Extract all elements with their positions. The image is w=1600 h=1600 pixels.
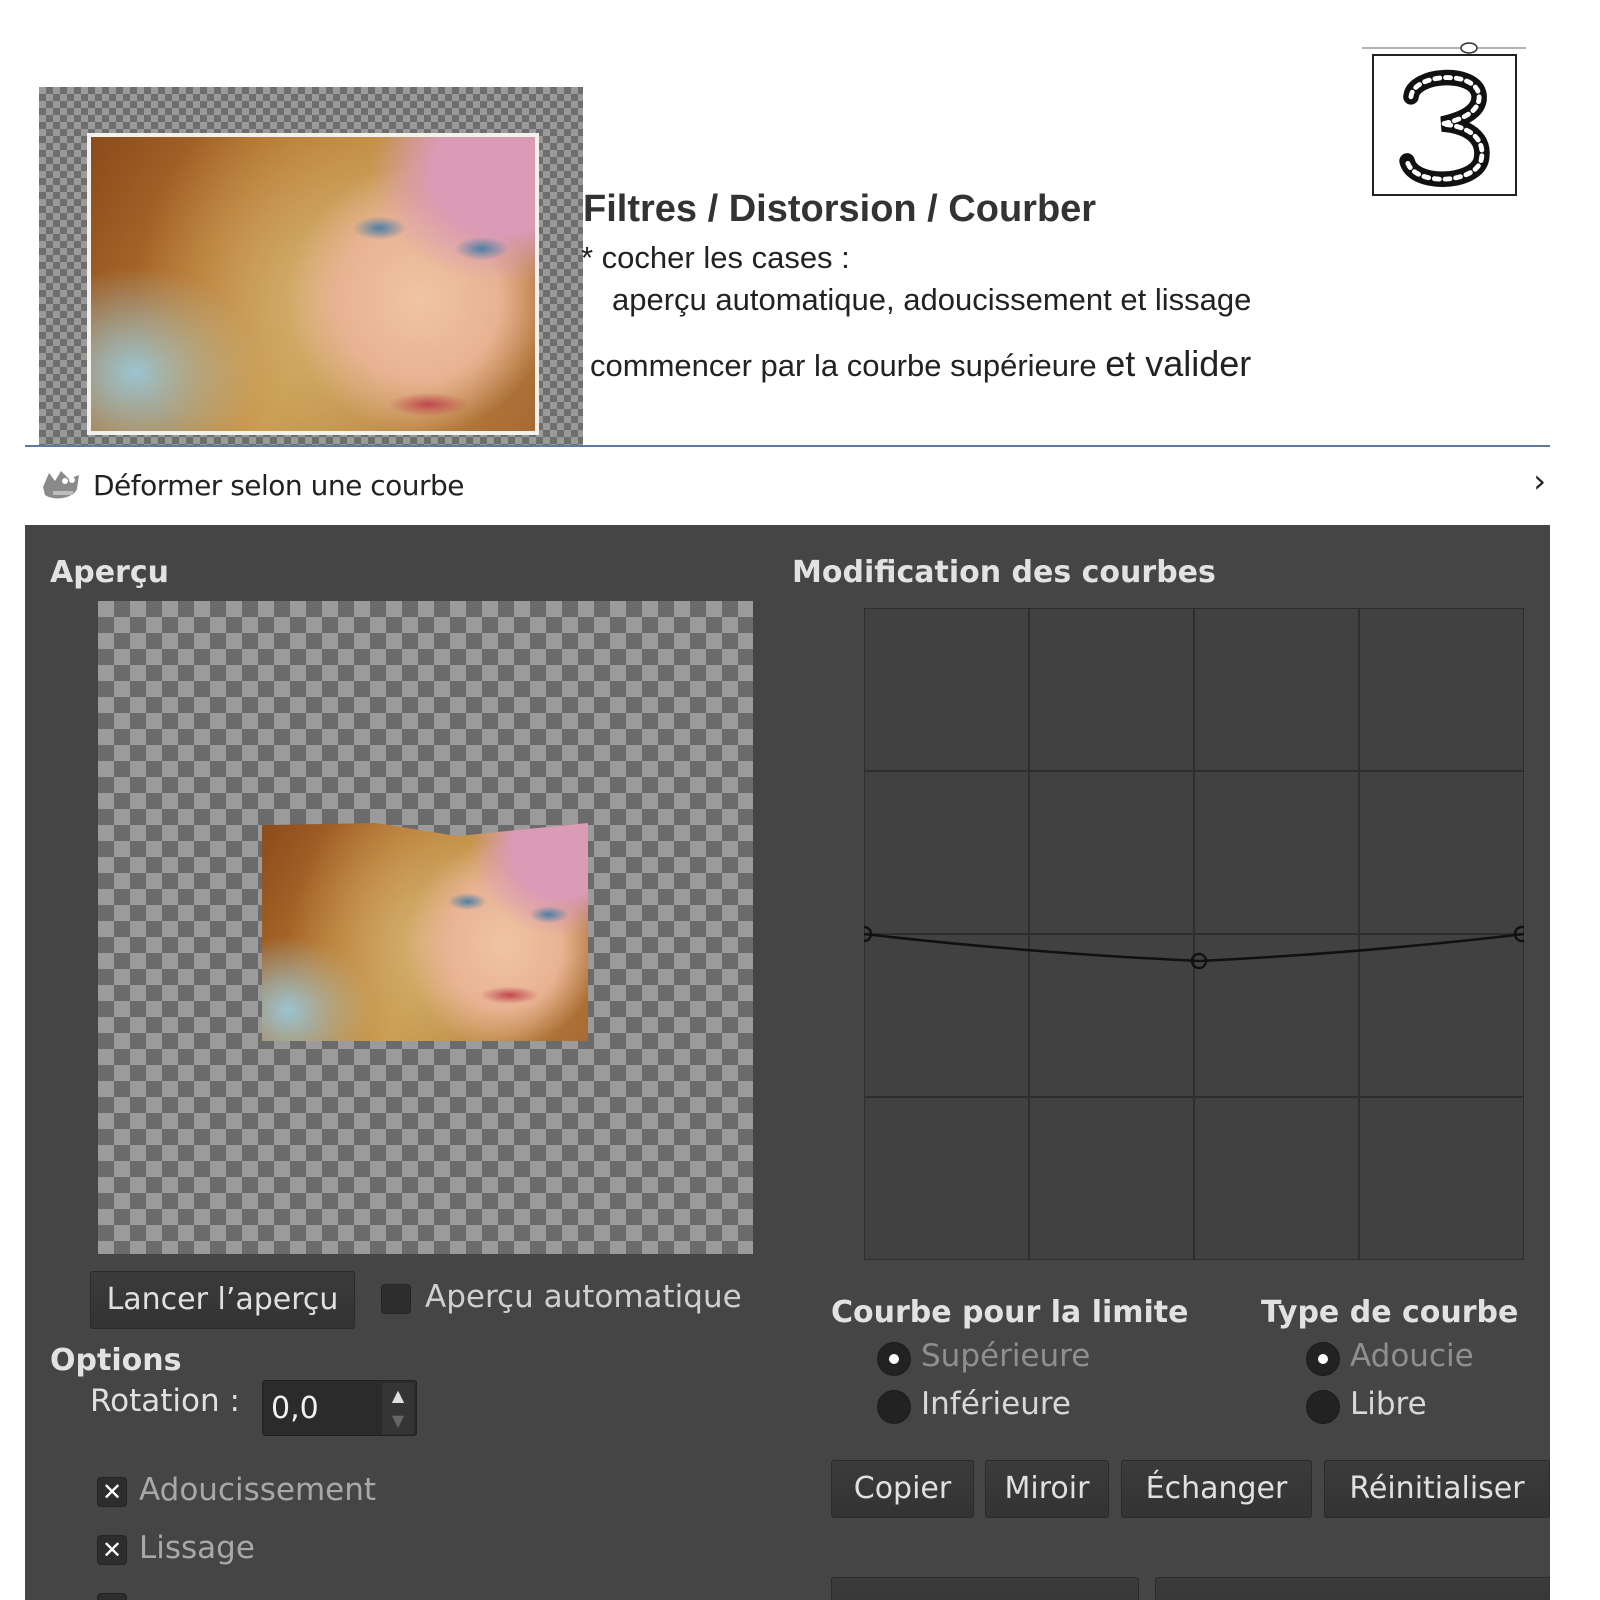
step-number-badge — [1372, 54, 1517, 196]
spin-up-arrow-icon[interactable]: ▲ — [382, 1383, 414, 1409]
mirror-button[interactable]: Miroir — [985, 1460, 1109, 1518]
preview-canvas — [98, 601, 753, 1254]
step-number-rope-icon — [1399, 69, 1490, 187]
open-button[interactable] — [831, 1577, 1139, 1600]
free-type-label[interactable]: Libre — [1350, 1386, 1427, 1422]
instruction-line-1: * cocher les cases : — [581, 240, 850, 275]
curve-bend-dialog: Aperçu Lancer l’aperçu Aperçu automatiqu… — [25, 525, 1550, 1600]
spin-down-arrow-icon[interactable]: ▼ — [382, 1408, 414, 1434]
curve-editor[interactable] — [864, 608, 1524, 1260]
preview-section-label: Aperçu — [50, 555, 169, 590]
portrait-photo — [87, 133, 539, 435]
header-divider — [25, 445, 1550, 447]
rotation-label: Rotation : — [90, 1383, 240, 1419]
lower-boundary-label[interactable]: Inférieure — [921, 1386, 1071, 1422]
instruction-line-2: aperçu automatique, adoucissement et lis… — [612, 282, 1252, 317]
chevron-right-icon[interactable]: › — [1533, 465, 1546, 497]
rotation-value[interactable]: 0,0 — [271, 1391, 319, 1426]
instruction-line-3: commencer par la courbe supérieure et va… — [590, 343, 1251, 385]
swap-button[interactable]: Échanger — [1121, 1460, 1312, 1518]
rotation-spinbox[interactable]: 0,0 ▲ ▼ — [262, 1380, 417, 1436]
third-option-checkbox[interactable] — [97, 1593, 127, 1600]
upper-boundary-radio[interactable] — [877, 1342, 911, 1376]
window-title: Déformer selon une courbe — [93, 469, 464, 502]
smooth-type-label[interactable]: Adoucie — [1350, 1338, 1474, 1374]
lower-boundary-radio[interactable] — [877, 1390, 911, 1424]
auto-preview-checkbox[interactable] — [381, 1284, 411, 1314]
free-type-radio[interactable] — [1306, 1390, 1340, 1424]
antialias-label[interactable]: Adoucissement — [139, 1472, 376, 1508]
run-preview-button[interactable]: Lancer l’aperçu — [90, 1271, 355, 1329]
menu-path-title: Filtres / Distorsion / Courber — [583, 188, 1097, 230]
curves-section-label: Modification des courbes — [792, 555, 1216, 590]
window-titlebar: Déformer selon une courbe › — [25, 455, 1550, 525]
antialias-checkbox[interactable]: ✕ — [97, 1477, 127, 1507]
smooth-type-radio[interactable] — [1306, 1342, 1340, 1376]
boundary-curve-label: Courbe pour la limite — [831, 1295, 1189, 1330]
upper-boundary-label[interactable]: Supérieure — [921, 1338, 1090, 1374]
original-image-thumbnail — [39, 87, 583, 445]
save-button[interactable] — [1155, 1577, 1550, 1600]
options-section-label: Options — [50, 1343, 182, 1378]
copy-button[interactable]: Copier — [831, 1460, 974, 1518]
instruction-line-3-prefix: commencer par la courbe supérieure — [590, 348, 1106, 383]
reset-button[interactable]: Réinitialiser — [1324, 1460, 1550, 1518]
rope-decoration-icon — [1362, 42, 1526, 54]
preview-bent-photo — [262, 823, 588, 1041]
auto-preview-label[interactable]: Aperçu automatique — [425, 1279, 742, 1315]
smoothing-label[interactable]: Lissage — [139, 1530, 255, 1566]
smoothing-checkbox[interactable]: ✕ — [97, 1535, 127, 1565]
gimp-wilber-icon — [43, 471, 79, 499]
instruction-line-3-emphasis: et valider — [1105, 343, 1252, 384]
curve-type-label: Type de courbe — [1261, 1295, 1519, 1330]
